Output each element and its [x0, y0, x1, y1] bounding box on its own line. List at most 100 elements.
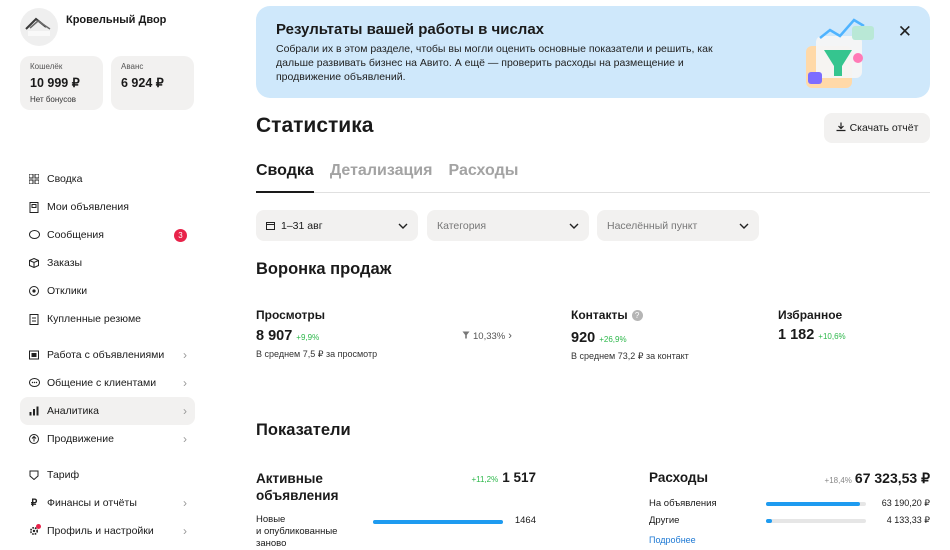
sidebar-item-label: Сводка	[47, 173, 83, 185]
new-ads-label-line: и опубликованные	[256, 526, 338, 537]
wallet-bonus: Нет бонусов	[30, 95, 76, 104]
location-placeholder: Населённый пункт	[607, 219, 698, 232]
expenses-delta: +18,4%	[824, 476, 852, 485]
views-delta: +9,9%	[296, 333, 320, 342]
response-icon	[28, 285, 40, 297]
chevron-right-icon: ›	[183, 496, 187, 510]
sidebar-item-label: Тариф	[47, 469, 80, 481]
conversion-value: 10,33%	[473, 330, 506, 342]
grid-icon	[28, 173, 40, 185]
sidebar-item-analytics[interactable]: Аналитика ›	[20, 397, 195, 425]
wallet-card[interactable]: Кошелёк 10 999 ₽ Нет бонусов	[20, 56, 103, 110]
new-ads-label-line: заново	[256, 538, 287, 549]
ads-work-icon	[28, 349, 40, 361]
tab-details[interactable]: Детализация	[330, 160, 433, 193]
sidebar-item-my-ads[interactable]: Мои объявления	[20, 193, 195, 221]
favorites-delta: +10,6%	[818, 332, 846, 341]
analytics-icon	[28, 405, 40, 417]
close-icon[interactable]: ✕	[898, 22, 912, 42]
expense-ads-bar	[766, 502, 866, 506]
location-select[interactable]: Населённый пункт	[597, 210, 759, 241]
sidebar-item-label: Работа с объявлениями	[47, 349, 165, 361]
chat-icon	[28, 229, 40, 241]
sidebar-item-label: Продвижение	[47, 433, 114, 445]
expense-other-value: 4 133,33 ₽	[886, 515, 930, 525]
calendar-icon	[266, 221, 275, 230]
contacts-value: 920	[571, 330, 596, 346]
active-ads-label-2: объявления	[256, 488, 339, 503]
expense-ads-bar-fill	[766, 502, 860, 506]
contacts-metric: Контакты ? 920 +26,9% В среднем 73,2 ₽ з…	[571, 308, 689, 362]
sidebar-nav: Сводка Мои объявления Сообщения 3 Заказы…	[20, 165, 195, 545]
sidebar-item-responses[interactable]: Отклики	[20, 277, 195, 305]
chevron-right-icon: ›	[183, 524, 187, 538]
sidebar-item-resumes[interactable]: Купленные резюме	[20, 305, 195, 333]
chevron-down-icon	[569, 220, 579, 232]
advance-card[interactable]: Аванс 6 924 ₽	[111, 56, 194, 110]
sidebar-item-summary[interactable]: Сводка	[20, 165, 195, 193]
download-report-button[interactable]: Скачать отчёт	[824, 113, 930, 143]
indicators-title: Показатели	[256, 421, 351, 439]
download-icon	[836, 122, 846, 135]
company-name: Кровельный Двор	[66, 14, 167, 26]
sidebar-item-orders[interactable]: Заказы	[20, 249, 195, 277]
advance-label: Аванс	[121, 62, 144, 71]
download-label: Скачать отчёт	[849, 122, 919, 134]
sidebar-item-promotion[interactable]: Продвижение ›	[20, 425, 195, 453]
new-ads-bar-fill	[373, 520, 503, 524]
sidebar-item-profile[interactable]: Профиль и настройки ›	[20, 517, 195, 545]
favorites-label: Избранное	[778, 308, 843, 322]
new-ads-value: 1464	[514, 515, 536, 526]
sidebar-item-messages[interactable]: Сообщения 3	[20, 221, 195, 249]
company-header[interactable]: Кровельный Двор	[20, 8, 166, 46]
category-placeholder: Категория	[437, 219, 487, 232]
contacts-label: Контакты	[571, 308, 628, 322]
expense-other-label: Другие	[649, 515, 680, 526]
stats-tabs: Сводка Детализация Расходы	[256, 160, 930, 193]
views-metric: Просмотры 8 907 +9,9% В среднем 7,5 ₽ за…	[256, 308, 377, 360]
ruble-icon: ₽	[30, 497, 38, 509]
expenses-block: Расходы +18,4% 67 323,53 ₽ На объявления…	[649, 470, 930, 545]
new-ads-bar	[373, 520, 503, 524]
sidebar-item-ads-work[interactable]: Работа с объявлениями ›	[20, 341, 195, 369]
sidebar-item-label: Купленные резюме	[47, 313, 141, 325]
box-icon	[28, 257, 40, 269]
chevron-right-icon: ›	[508, 330, 512, 342]
banner-title: Результаты вашей работы в числах	[276, 21, 545, 38]
chevron-right-icon: ›	[183, 376, 187, 390]
document-icon	[28, 201, 40, 213]
period-select[interactable]: 1–31 авг	[256, 210, 418, 241]
funnel-title: Воронка продаж	[256, 260, 392, 278]
sidebar-item-label: Заказы	[47, 257, 83, 269]
page-title: Статистика	[256, 114, 374, 137]
notification-dot	[36, 524, 41, 529]
favorites-metric: Избранное 1 182 +10,6%	[778, 308, 846, 343]
conversion-rate[interactable]: 10,33% ›	[462, 330, 512, 342]
period-value: 1–31 авг	[281, 219, 323, 232]
active-ads-value: 1 517	[502, 470, 536, 485]
wallet-label: Кошелёк	[30, 62, 63, 71]
chevron-down-icon	[398, 220, 408, 232]
sidebar-item-label: Сообщения	[47, 229, 104, 241]
views-sub: В среднем 7,5 ₽ за просмотр	[256, 349, 378, 359]
tab-summary[interactable]: Сводка	[256, 160, 314, 193]
views-label: Просмотры	[256, 308, 326, 322]
more-link[interactable]: Подробнее	[649, 535, 696, 545]
sidebar-item-label: Финансы и отчёты	[47, 497, 137, 509]
sidebar-item-label: Мои объявления	[47, 201, 129, 213]
sidebar-item-tariff[interactable]: Тариф	[20, 461, 195, 489]
active-ads-block: Активные объявления +11,2% 1 517 Новые и…	[256, 470, 536, 549]
category-select[interactable]: Категория	[427, 210, 589, 241]
sidebar-item-clients[interactable]: Общение с клиентами ›	[20, 369, 195, 397]
new-ads-label: Новые и опубликованные заново	[256, 514, 366, 550]
sidebar-item-label: Отклики	[47, 285, 88, 297]
funnel-icon	[462, 331, 470, 342]
help-icon[interactable]: ?	[631, 309, 643, 321]
advance-value: 6 924 ₽	[121, 76, 164, 90]
expense-other-bar	[766, 519, 866, 523]
sidebar-item-finance[interactable]: ₽ Финансы и отчёты ›	[20, 489, 195, 517]
tab-expenses[interactable]: Расходы	[448, 160, 518, 193]
chevron-right-icon: ›	[183, 348, 187, 362]
expense-other-bar-fill	[766, 519, 772, 523]
clients-icon	[28, 377, 40, 389]
